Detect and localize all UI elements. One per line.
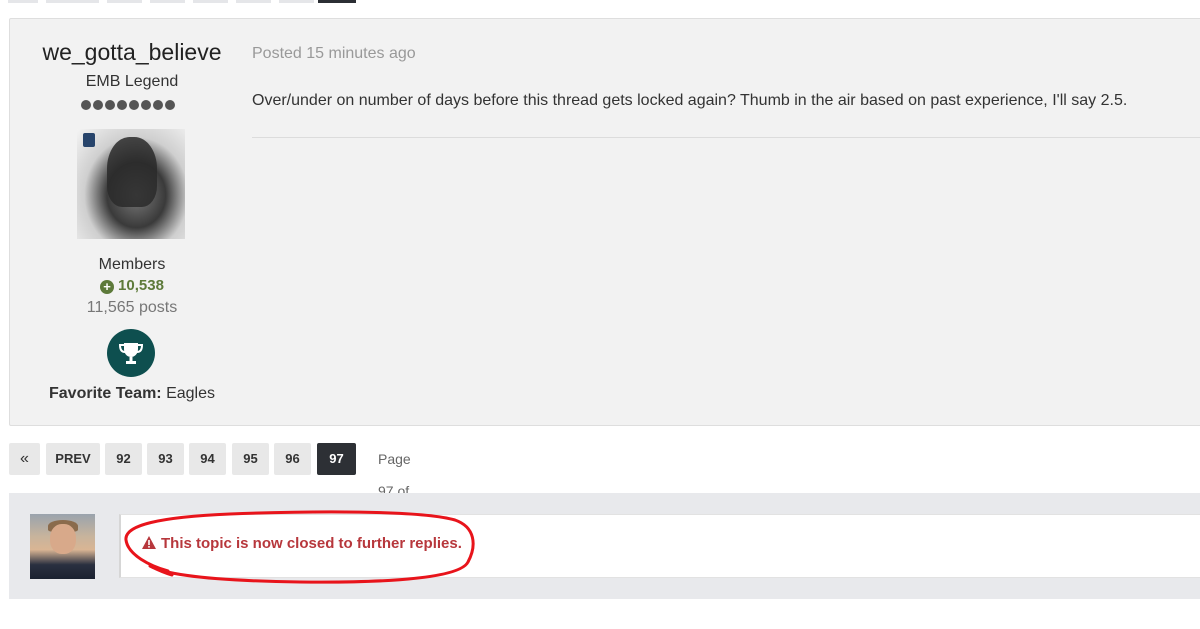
trophy-badge[interactable] [107, 329, 155, 377]
plus-circle-icon: + [100, 280, 115, 294]
avatar-face [50, 524, 76, 554]
closed-notice-text: This topic is now closed to further repl… [161, 535, 462, 552]
rank-pips [81, 97, 177, 110]
author-name-link[interactable]: we_gotta_believe [10, 39, 254, 66]
current-page-button[interactable]: 97 [317, 443, 356, 475]
top-pagination-button[interactable] [279, 0, 314, 3]
favorite-team: Favorite Team: Eagles [10, 385, 254, 403]
author-group: Members [98, 256, 166, 273]
rank-pip [165, 100, 175, 110]
first-page-button[interactable]: « [9, 443, 40, 475]
rank-pip [117, 100, 127, 110]
hall-of-fame-badge-icon [83, 133, 95, 147]
prev-page-button[interactable]: PREV [46, 443, 100, 475]
forum-post: we_gotta_believe EMB Legend Members +10,… [9, 18, 1200, 426]
rank-pip [93, 100, 103, 110]
post-content: Over/under on number of days before this… [252, 92, 1128, 109]
author-post-count: 11,565 posts [86, 299, 178, 316]
post-divider [252, 137, 1200, 138]
page-button[interactable]: 94 [189, 443, 226, 475]
warning-triangle-icon [142, 536, 156, 549]
rank-pip [153, 100, 163, 110]
top-pagination-button[interactable] [107, 0, 142, 3]
top-pagination-button[interactable] [193, 0, 228, 3]
top-pagination-button[interactable] [8, 0, 38, 3]
page-button[interactable]: 96 [274, 443, 311, 475]
post-timestamp[interactable]: Posted 15 minutes ago [252, 45, 416, 63]
rank-pip [81, 100, 91, 110]
page-button[interactable]: 93 [147, 443, 184, 475]
closed-notice-box: This topic is now closed to further repl… [119, 514, 1200, 578]
top-pagination-button-active[interactable] [318, 0, 356, 3]
author-avatar[interactable] [77, 129, 185, 239]
page-button[interactable]: 95 [232, 443, 269, 475]
reputation-count: 10,538 [118, 277, 164, 294]
rank-pip [141, 100, 151, 110]
reputation-badge[interactable]: +10,538 [10, 277, 254, 294]
favorite-team-label: Favorite Team: [49, 385, 162, 402]
current-user-avatar[interactable] [30, 514, 95, 579]
page-button[interactable]: 92 [105, 443, 142, 475]
trophy-icon [118, 343, 144, 364]
closed-notice: This topic is now closed to further repl… [141, 535, 462, 552]
rank-pip [105, 100, 115, 110]
rank-pip [129, 100, 139, 110]
player-figure [107, 137, 157, 207]
reply-area: This topic is now closed to further repl… [9, 493, 1200, 599]
page-jump-dropdown[interactable]: Page 97 of 97 [378, 443, 411, 531]
top-pagination-button[interactable] [236, 0, 271, 3]
top-pagination-button[interactable] [46, 0, 99, 3]
top-pagination-button[interactable] [150, 0, 185, 3]
author-title: EMB Legend [85, 73, 179, 90]
favorite-team-value: Eagles [166, 385, 215, 402]
